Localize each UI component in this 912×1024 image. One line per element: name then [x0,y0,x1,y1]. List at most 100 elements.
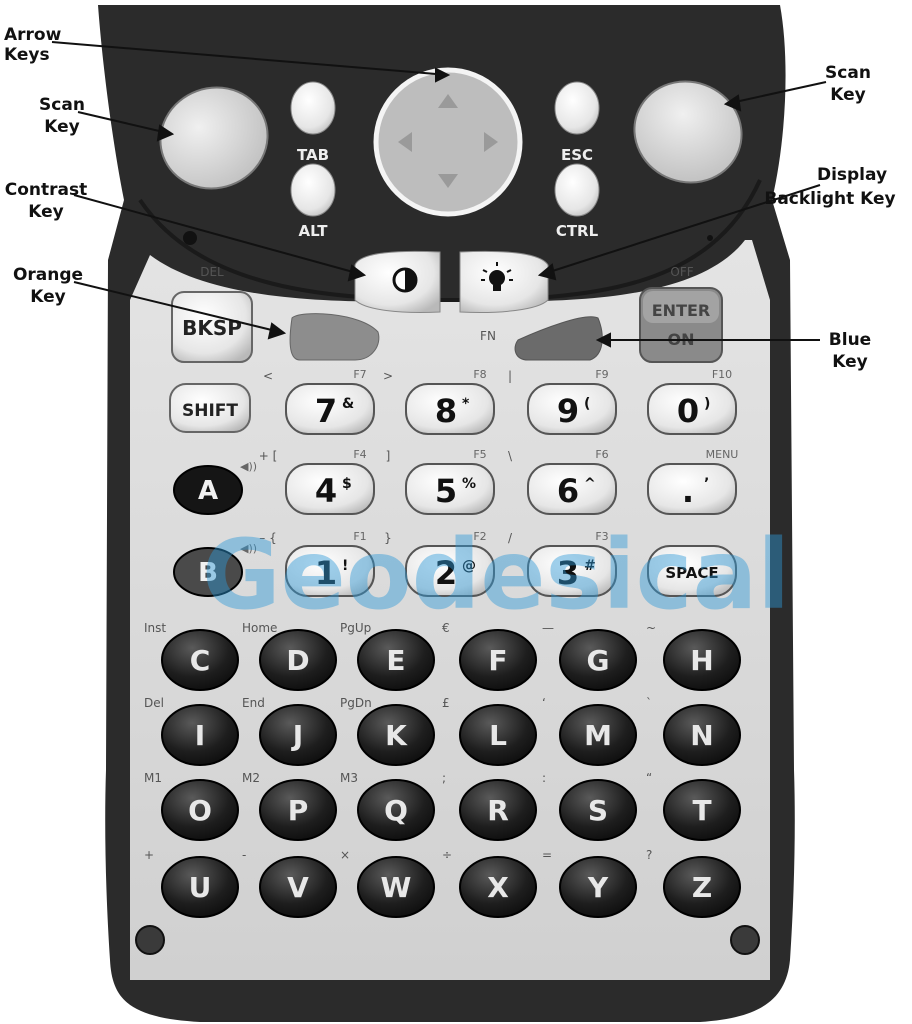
key-shift-symbol: ^ [584,476,596,492]
key-alt-label: M1 [144,771,162,785]
key-d-label: D [286,644,309,677]
callout-arrow-keys-line1: Arrow [4,25,62,45]
key-h-label: H [690,644,713,677]
key-q-label: Q [384,794,408,827]
arrow-keys-dpad[interactable] [373,67,523,217]
key-l-label: L [489,719,507,752]
callout-scan-right-line1: Scan [825,63,871,83]
key-shift-symbol: ’ [704,476,709,492]
key-function-label: F4 [353,448,366,461]
key-alt-label: ‘ [542,696,546,710]
key-shift-symbol: $ [342,476,352,492]
key-u-label: U [189,871,212,904]
key-a-label: A [198,476,218,506]
key-x-label: X [487,871,509,904]
watermark-text: Geodesical [202,519,790,631]
key-main-label: 8 [435,392,457,430]
del-label: DEL [200,265,224,279]
key-function-label: F7 [353,368,366,381]
key-shift-symbol: ) [704,396,710,412]
key-alt-label: : [542,771,546,785]
key-e-label: E [386,644,405,677]
callout-contrast-line1: Contrast [5,180,88,200]
key-main-label: 5 [435,472,457,510]
screw-right [730,925,760,955]
key-n-label: N [690,719,713,752]
key-o-label: O [188,794,212,827]
ctrl-label: CTRL [556,222,599,240]
key-main-label: . [682,472,694,510]
key-g-label: G [587,644,610,677]
callout-orange-line2: Key [30,287,66,307]
key-p-label: P [288,794,309,827]
key-k-label: K [385,719,408,752]
tab-key[interactable] [290,81,336,135]
backlight-key[interactable] [459,250,549,313]
key-alt-symbol: + [ [259,449,278,463]
key-alt-label: Inst [144,621,166,635]
key-function-label: F10 [712,368,732,381]
key-alt-symbol: ] [386,449,391,463]
key-main-label: 0 [677,392,699,430]
key-function-label: F9 [595,368,608,381]
key-s-label: S [588,794,608,827]
key-w-label: W [381,871,412,904]
callout-backlight-line2: Backlight Key [764,189,895,209]
callout-arrow-keys-line2: Keys [4,45,50,65]
key-main-label: 6 [557,472,579,510]
fn-label: FN [480,329,496,343]
key-shift-symbol: ( [584,396,590,412]
key-alt-label: M3 [340,771,358,785]
key-main-label: 7 [315,392,337,430]
esc-key[interactable] [554,81,600,135]
indicator-led-right [707,235,713,241]
key-v-label: V [287,871,309,904]
key-j-label: J [291,719,303,752]
key-f-label: F [488,644,507,677]
key-main-label: 4 [315,472,337,510]
key-alt-label: + [144,848,154,862]
key-alt-label: ÷ [442,848,452,862]
enter-label: ENTER [652,301,710,320]
key-alt-symbol: | [508,369,512,383]
ctrl-key[interactable] [554,163,600,217]
alt-label: ALT [299,222,329,240]
key-function-label: MENU [706,448,739,461]
key-alt-label: - [242,848,246,862]
callout-backlight-line1: Display [817,165,887,185]
key-alt-label: ? [646,848,652,862]
key-alt-label: End [242,696,265,710]
key-function-label: F5 [473,448,486,461]
callout-scan-right-line2: Key [830,85,866,105]
alt-key[interactable] [290,163,336,217]
key-shift-symbol: & [342,396,354,412]
keypad-diagram: TAB ALT ESC CTRL DEL BKSP FN OFF ENTER O… [4,5,896,1022]
callout-blue-line1: Blue [829,330,871,350]
speaker-icon: ◀)) [240,460,257,473]
callout-contrast-line2: Key [28,202,64,222]
key-c-label: C [190,644,211,677]
indicator-led-left [183,231,197,245]
key-function-label: F6 [595,448,608,461]
key-i-label: I [195,719,205,752]
key-alt-label: × [340,848,350,862]
key-alt-label: = [542,848,552,862]
key-m-label: M [584,719,612,752]
callout-scan-left-line2: Key [44,117,80,137]
off-label: OFF [670,265,693,279]
key-r-label: R [487,794,509,827]
esc-label: ESC [561,146,593,164]
key-main-label: 9 [557,392,579,430]
tab-label: TAB [297,146,329,164]
callout-scan-left-line1: Scan [39,95,85,115]
key-function-label: F8 [473,368,486,381]
key-alt-symbol: > [383,369,393,383]
key-shift-symbol: % [462,476,476,492]
key-alt-label: PgDn [340,696,372,710]
key-z-label: Z [692,871,712,904]
key-t-label: T [692,794,711,827]
key-alt-label: ; [442,771,446,785]
key-y-label: Y [587,871,609,904]
key-alt-symbol: < [263,369,273,383]
callout-blue-line2: Key [832,352,868,372]
